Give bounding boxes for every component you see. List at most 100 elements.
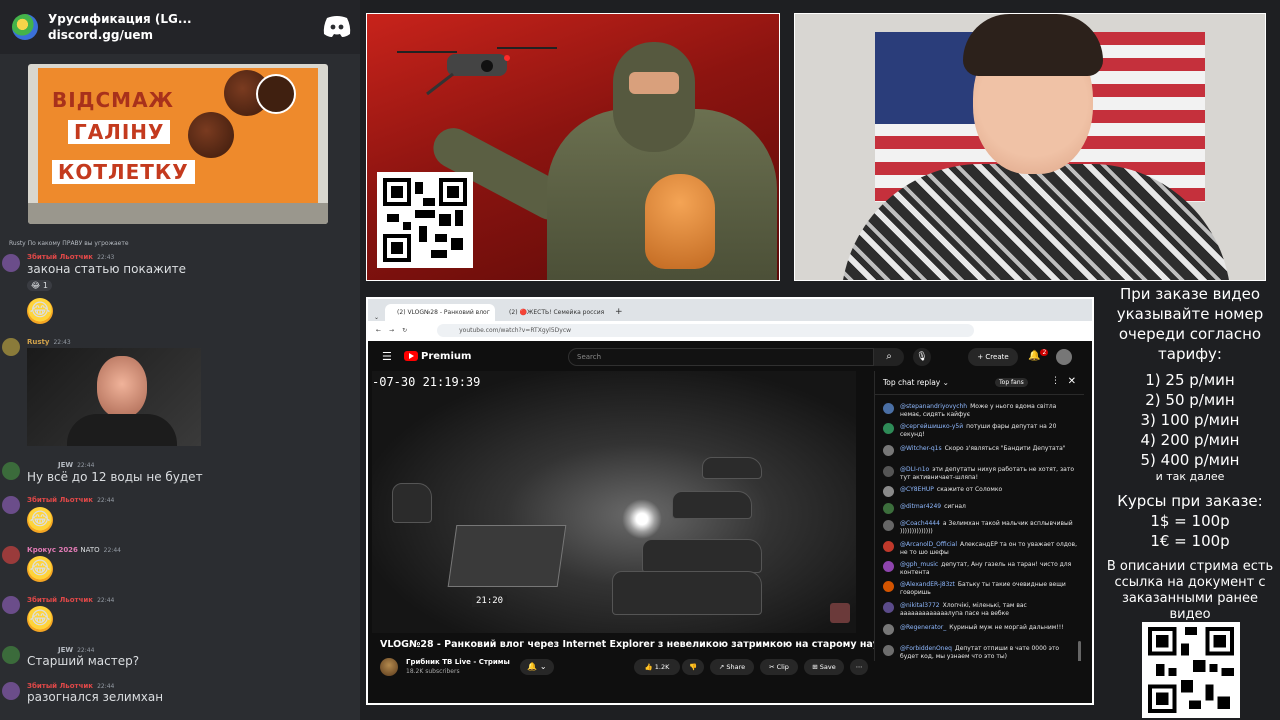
message-author[interactable]: Збитый Льотчик 22:44 xyxy=(27,682,114,690)
chat-message-body: @AlexandER-j83zt Батьку ты такие очевидны… xyxy=(900,581,1079,596)
create-label: Create xyxy=(985,353,1009,361)
soldier-cat-artwork xyxy=(366,13,780,281)
avatar[interactable] xyxy=(2,338,20,356)
chat-author[interactable]: @AlexandER-j83zt xyxy=(900,581,955,588)
tab-other-video[interactable]: (2) 🔴ЖЕСТЬ! Семейка россия xyxy=(497,304,607,321)
notifications-bell-icon[interactable]: 🔔 2 xyxy=(1028,349,1049,361)
back-arrow-icon[interactable]: ← xyxy=(376,327,381,334)
chat-mode-dropdown[interactable]: Top chat replay ⌄ xyxy=(883,378,949,387)
chat-avatar[interactable] xyxy=(883,423,894,434)
channel-name[interactable]: Грибник ТВ Live - Стримы xyxy=(406,658,510,666)
new-tab-plus-icon[interactable]: + xyxy=(615,307,623,317)
chat-author[interactable]: @nikital3772 xyxy=(900,602,940,609)
webcam-snapshot-image[interactable] xyxy=(27,348,201,446)
search-input[interactable]: Search xyxy=(568,348,874,366)
avatar[interactable] xyxy=(2,682,20,700)
message-author[interactable]: Rusty 22:43 xyxy=(27,338,71,346)
reaction-badge[interactable]: 😂 1 xyxy=(27,280,52,291)
more-actions-icon[interactable]: ⋯ xyxy=(850,659,868,675)
chat-author[interactable]: @Witcher-q1s xyxy=(900,445,942,452)
tab-label: (2) VLOG№28 - Ранковий влог xyxy=(397,309,490,316)
chat-author[interactable]: @ditmar4249 xyxy=(900,503,941,510)
url-field[interactable]: youtube.com/watch?v=RTXgyl5Dycw xyxy=(437,323,974,337)
message-author[interactable]: JEW 22:44 xyxy=(58,646,94,654)
share-button[interactable]: ↗ Share xyxy=(710,659,754,675)
save-button[interactable]: ⊞ Save xyxy=(804,659,844,675)
qr-code-icon[interactable] xyxy=(377,172,473,268)
qr-pattern xyxy=(1148,627,1234,713)
video-player[interactable]: -07-30 21:19:39 21:20 xyxy=(372,371,856,633)
message-author[interactable]: Збитый Льотчик 22:43 xyxy=(27,253,114,261)
headlight-glow xyxy=(622,499,662,539)
chat-avatar[interactable] xyxy=(883,645,894,656)
qr-code-icon[interactable] xyxy=(1142,622,1240,718)
youtube-premium-logo[interactable]: Premium xyxy=(404,351,471,362)
tariff-item: 3) 100 р/мин xyxy=(1140,411,1240,429)
chat-author[interactable]: @stepanandriyovychh xyxy=(900,403,967,410)
chat-avatar[interactable] xyxy=(883,581,894,592)
tab-vlog[interactable]: (2) VLOG№28 - Ранковий влог xyxy=(385,304,496,321)
chat-avatar[interactable] xyxy=(883,503,894,514)
message-author[interactable]: JEW 22:44 xyxy=(58,461,94,469)
reload-icon[interactable]: ↻ xyxy=(402,327,407,334)
chat-author[interactable]: @Coach4444 xyxy=(900,520,940,527)
avatar[interactable] xyxy=(2,254,20,272)
chat-avatar[interactable] xyxy=(883,561,894,572)
chat-message-body: @ForbiddenOneq Депутат отпиши в чате 0000… xyxy=(900,645,1079,660)
dislike-icon[interactable]: 👎 xyxy=(682,659,704,675)
tab-list-chevron-icon[interactable]: ⌄ xyxy=(374,314,379,321)
chat-avatar[interactable] xyxy=(883,541,894,552)
top-fans-badge[interactable]: Top fans xyxy=(995,378,1028,387)
message-time: 22:44 xyxy=(77,462,95,469)
chat-text: сигнал xyxy=(944,503,966,510)
avatar[interactable] xyxy=(2,646,20,664)
subscription-bell-button[interactable]: 🔔 ⌄ xyxy=(520,659,554,675)
search-icon[interactable]: ⌕ xyxy=(874,348,904,366)
avatar[interactable] xyxy=(2,496,20,514)
chat-avatar[interactable] xyxy=(883,445,894,456)
message-author[interactable]: Збитый Льотчик 22:44 xyxy=(27,596,114,604)
chat-author[interactable]: @DLI-n1o xyxy=(900,466,929,473)
message-author[interactable]: Збитый Льотчик 22:44 xyxy=(27,496,114,504)
like-button[interactable]: 👍 1.2K xyxy=(634,659,680,675)
chat-message: @ditmar4249 сигнал xyxy=(883,503,1079,514)
chat-avatar[interactable] xyxy=(883,520,894,531)
chat-avatar[interactable] xyxy=(883,486,894,497)
clip-button[interactable]: ✂ Clip xyxy=(760,659,798,675)
chat-avatar[interactable] xyxy=(883,624,894,635)
parked-car xyxy=(612,571,762,615)
avatar[interactable] xyxy=(2,462,20,480)
more-options-icon[interactable]: ⋮ xyxy=(1051,376,1060,386)
soldier-head xyxy=(613,42,695,152)
chat-message: @nikital3772 Хлопчiкi, мiленькi, там вас … xyxy=(883,602,1079,617)
avatar[interactable] xyxy=(2,596,20,614)
chat-author[interactable]: @ArcanolD_Official xyxy=(900,541,957,548)
chat-author[interactable]: @gph_music xyxy=(900,561,938,568)
chat-avatar[interactable] xyxy=(883,466,894,477)
chat-author[interactable]: @CY8EHUP xyxy=(900,486,934,493)
account-avatar[interactable] xyxy=(1056,349,1072,365)
chat-message-body: @DLI-n1o эти депутаты нихуя работать не х… xyxy=(900,466,1079,481)
camera-timestamp: -07-30 21:19:39 xyxy=(372,375,481,389)
invite-link[interactable]: discord.gg/uem xyxy=(48,27,192,43)
discord-logo-icon xyxy=(323,16,351,37)
message-author[interactable]: Крокус 2026 NATO 22:44 xyxy=(27,546,121,554)
avatar[interactable] xyxy=(2,546,20,564)
chat-scrollbar[interactable] xyxy=(1078,641,1081,661)
chat-avatar[interactable] xyxy=(883,403,894,414)
chat-author[interactable]: @ForbiddenOneq xyxy=(900,645,952,652)
close-icon[interactable]: ✕ xyxy=(1068,376,1076,387)
hamburger-menu-icon[interactable]: ☰ xyxy=(382,350,404,363)
chat-author[interactable]: @Regenerator_ xyxy=(900,624,946,631)
create-button[interactable]: + Create xyxy=(968,348,1018,366)
notification-count: 2 xyxy=(1040,349,1049,356)
chat-author[interactable]: @сергейшишко-у5й xyxy=(900,423,963,430)
chat-message-body: @Regenerator_ Куриный муж не моргай дальн… xyxy=(900,624,1079,632)
channel-avatar[interactable] xyxy=(380,658,398,676)
brand-badge xyxy=(256,74,296,114)
forward-arrow-icon[interactable]: → xyxy=(389,327,394,334)
chat-avatar[interactable] xyxy=(883,602,894,613)
video-clock: 21:20 xyxy=(472,595,508,607)
microphone-icon[interactable]: 🎙 xyxy=(913,348,931,366)
chat-message: @Regenerator_ Куриный муж не моргай дальн… xyxy=(883,624,1079,635)
